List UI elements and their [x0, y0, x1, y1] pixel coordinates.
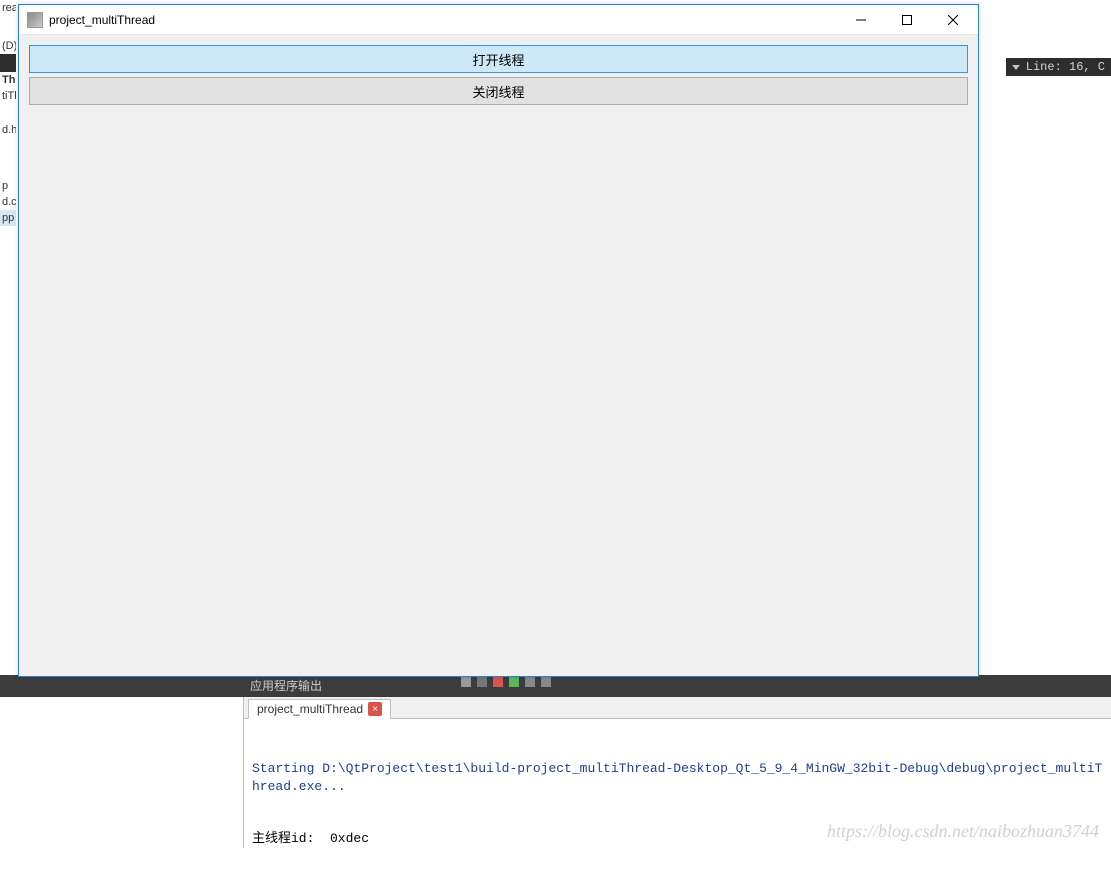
- tool-icon[interactable]: [525, 677, 535, 687]
- tool-icon[interactable]: [477, 677, 487, 687]
- run-icon[interactable]: [509, 677, 519, 687]
- output-tool-icons: [461, 677, 551, 687]
- status-line-info: Line: 16, C: [1006, 58, 1111, 76]
- output-content[interactable]: Starting D:\QtProject\test1\build-projec…: [244, 719, 1111, 889]
- titlebar[interactable]: project_multiThread: [19, 5, 978, 35]
- minimize-button[interactable]: [838, 5, 884, 35]
- close-thread-button[interactable]: 关闭线程: [29, 77, 968, 105]
- output-tabs: project_multiThread ×: [244, 697, 1111, 719]
- window-title: project_multiThread: [49, 13, 838, 27]
- dialog-body: 打开线程 关闭线程: [19, 35, 978, 676]
- tool-icon[interactable]: [461, 677, 471, 687]
- watermark: https://blog.csdn.net/naibozhuan3744: [827, 821, 1099, 842]
- output-tab-label: project_multiThread: [257, 702, 363, 716]
- app-icon: [27, 12, 43, 28]
- maximize-icon: [902, 15, 912, 25]
- dropdown-arrow-icon: [1012, 65, 1020, 70]
- tab-close-icon[interactable]: ×: [368, 702, 382, 716]
- output-tab[interactable]: project_multiThread ×: [248, 699, 391, 719]
- minimize-icon: [856, 15, 866, 25]
- close-icon: [948, 15, 958, 25]
- output-line: Starting D:\QtProject\test1\build-projec…: [252, 760, 1103, 795]
- output-toolbar: 应用程序输出: [0, 675, 1111, 697]
- maximize-button[interactable]: [884, 5, 930, 35]
- ide-sidebar-fragment: rea (D) Thr tiTl d.h p d.c pp: [0, 0, 16, 680]
- window-controls: [838, 5, 976, 35]
- open-thread-button[interactable]: 打开线程: [29, 45, 968, 73]
- close-button[interactable]: [930, 5, 976, 35]
- stop-icon[interactable]: [493, 677, 503, 687]
- tool-icon[interactable]: [541, 677, 551, 687]
- dialog-window: project_multiThread 打开线程 关闭线程: [18, 4, 979, 677]
